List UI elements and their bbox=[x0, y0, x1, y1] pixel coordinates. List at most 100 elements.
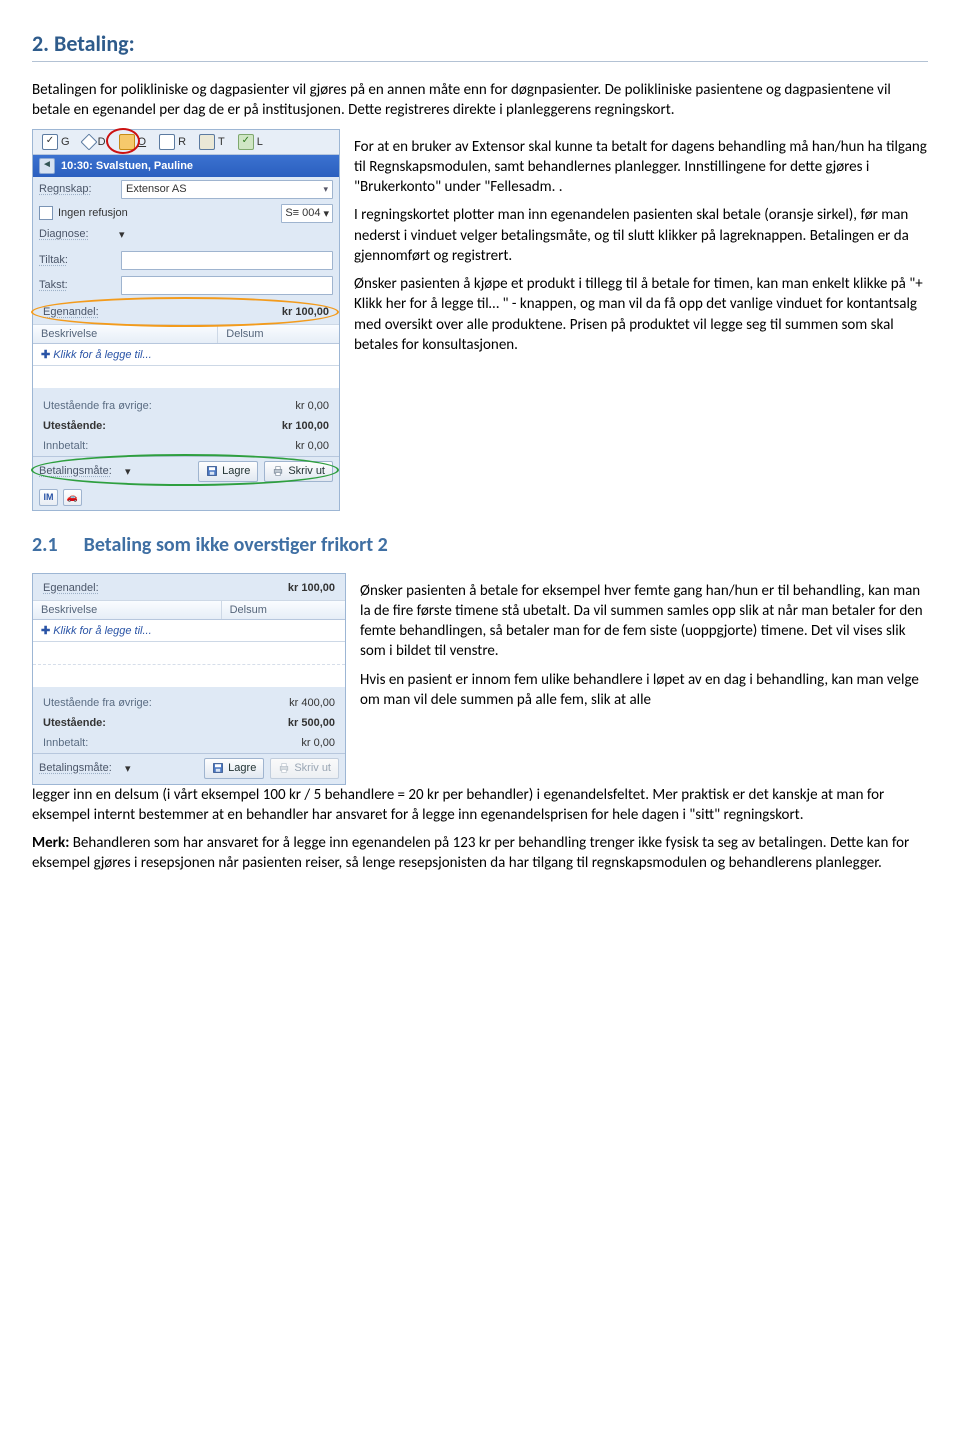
list-header: Beskrivelse Delsum bbox=[33, 324, 339, 344]
merk-label: Merk: bbox=[32, 834, 69, 852]
innbetalt-value: kr 0,00 bbox=[301, 737, 335, 749]
egenandel-value[interactable]: kr 100,00 bbox=[282, 306, 329, 318]
r-icon bbox=[159, 134, 175, 150]
tab-o-label: O bbox=[138, 136, 147, 148]
para-femte-gang: Ønsker pasienten å betale for eksempel h… bbox=[360, 581, 928, 662]
heading-rule bbox=[32, 61, 928, 62]
tiltak-input[interactable] bbox=[121, 251, 333, 270]
add-line-label: Klikk for å legge til... bbox=[53, 349, 151, 361]
col-delsum: Delsum bbox=[218, 325, 339, 343]
skrivut-label: Skriv ut bbox=[288, 465, 325, 477]
tab-bar: ✓G D O R T ✓L bbox=[33, 130, 339, 155]
h2-number: 2.1 bbox=[32, 533, 58, 557]
merk-text: Behandleren som har ansvaret for å legge… bbox=[32, 834, 909, 872]
uteovrige-value: kr 0,00 bbox=[295, 400, 329, 412]
col-beskrivelse: Beskrivelse bbox=[33, 601, 222, 619]
para-regningskort: I regningskortet plotter man inn egenand… bbox=[354, 205, 928, 266]
h2-text: Betaling som ikke overstiger frikort 2 bbox=[84, 533, 388, 557]
list-blank bbox=[33, 664, 345, 687]
print-icon bbox=[272, 465, 284, 477]
list-blank bbox=[33, 642, 345, 664]
lagre-button[interactable]: Lagre bbox=[198, 461, 258, 482]
betmate-label: Betalingsmåte: bbox=[39, 465, 119, 477]
add-line-button[interactable]: ✚Klikk for å legge til... bbox=[33, 620, 345, 642]
add-line-label: Klikk for å legge til... bbox=[53, 625, 151, 637]
appointment-text: 10:30: Svalstuen, Pauline bbox=[61, 160, 193, 172]
utest-value: kr 500,00 bbox=[288, 717, 335, 729]
para-extensor: For at en bruker av Extensor skal kunne … bbox=[354, 137, 928, 198]
add-line-button[interactable]: ✚Klikk for å legge til... bbox=[33, 344, 339, 366]
appointment-bar: ◄ 10:30: Svalstuen, Pauline bbox=[33, 155, 339, 177]
clock-icon bbox=[199, 134, 215, 150]
tab-g-label: G bbox=[61, 136, 70, 148]
im-chip[interactable]: IM bbox=[39, 489, 58, 506]
regningskort-panel: ✓G D O R T ✓L ◄ 10:30: Svalstuen, Paulin… bbox=[32, 129, 340, 511]
para-produkt: Ønsker pasienten å kjøpe et produkt i ti… bbox=[354, 274, 928, 355]
ingen-refusjon-label: Ingen refusjon bbox=[58, 207, 276, 219]
utest-label: Utestående: bbox=[43, 420, 106, 432]
list-header: Beskrivelse Delsum bbox=[33, 600, 345, 620]
tab-t[interactable]: T bbox=[196, 133, 228, 151]
ingen-refusjon-checkbox[interactable] bbox=[39, 206, 53, 220]
col-delsum: Delsum bbox=[222, 601, 345, 619]
chevron-down-icon: ▾ bbox=[323, 184, 328, 195]
tab-t-label: T bbox=[218, 136, 225, 148]
plus-icon: ✚ bbox=[41, 349, 50, 361]
innbetalt-label: Innbetalt: bbox=[43, 737, 88, 749]
egenandel-value[interactable]: kr 100,00 bbox=[288, 582, 335, 594]
lagre-button[interactable]: Lagre bbox=[204, 758, 264, 779]
heading-betaling: 2. Betaling: bbox=[32, 30, 928, 57]
tab-r-label: R bbox=[178, 136, 186, 148]
orange-icon bbox=[119, 134, 135, 150]
egenandel-label: Egenandel: bbox=[43, 306, 99, 318]
merk-paragraph: Merk: Behandleren som har ansvaret for å… bbox=[32, 833, 928, 874]
heading-2-1: 2.1 Betaling som ikke overstiger frikort … bbox=[32, 533, 928, 557]
para-fem-behandlere-a: Hvis en pasient er innom fem ulike behan… bbox=[360, 670, 928, 711]
footer-icons: IM 🚗 bbox=[33, 487, 339, 510]
tab-g[interactable]: ✓G bbox=[39, 133, 73, 151]
save-icon bbox=[206, 465, 218, 477]
uteovrige-label: Utestående fra øvrige: bbox=[43, 697, 152, 709]
tab-l-label: L bbox=[257, 136, 263, 148]
regningskort-panel-2: Egenandel: kr 100,00 Beskrivelse Delsum … bbox=[32, 573, 346, 785]
diamond-icon bbox=[80, 133, 97, 150]
s-value: 004 bbox=[302, 207, 320, 219]
tab-d[interactable]: D bbox=[80, 135, 109, 149]
diagnose-label: Diagnose: bbox=[39, 228, 115, 240]
tab-r[interactable]: R bbox=[156, 133, 189, 151]
utest-label: Utestående: bbox=[43, 717, 106, 729]
takst-input[interactable] bbox=[121, 276, 333, 295]
uteovrige-label: Utestående fra øvrige: bbox=[43, 400, 152, 412]
regnskap-dropdown[interactable]: Extensor AS▾ bbox=[121, 180, 333, 199]
innbetalt-value: kr 0,00 bbox=[295, 440, 329, 452]
skrivut-label: Skriv ut bbox=[294, 762, 331, 774]
utest-value: kr 100,00 bbox=[282, 420, 329, 432]
print-icon bbox=[278, 762, 290, 774]
intro-text: Betalingen for polikliniske og dagpasien… bbox=[32, 80, 928, 121]
list-blank bbox=[33, 366, 339, 388]
chevron-down-icon[interactable]: ▾ bbox=[125, 465, 131, 478]
car-icon[interactable]: 🚗 bbox=[63, 489, 82, 506]
lagre-label: Lagre bbox=[222, 465, 250, 477]
tab-d-label: D bbox=[98, 136, 106, 148]
plus-icon: ✚ bbox=[41, 625, 50, 637]
takst-label: Takst: bbox=[39, 279, 115, 291]
check-icon: ✓ bbox=[238, 134, 254, 150]
skrivut-button[interactable]: Skriv ut bbox=[264, 461, 333, 482]
nav-prev-icon[interactable]: ◄ bbox=[39, 158, 55, 174]
lagre-label: Lagre bbox=[228, 762, 256, 774]
s-dropdown[interactable]: S≡004▾ bbox=[281, 204, 333, 223]
chevron-down-icon[interactable]: ▾ bbox=[119, 228, 125, 241]
chevron-down-icon: ▾ bbox=[323, 207, 329, 220]
tab-o[interactable]: O bbox=[116, 133, 150, 151]
tab-l[interactable]: ✓L bbox=[235, 133, 266, 151]
innbetalt-label: Innbetalt: bbox=[43, 440, 88, 452]
tiltak-label: Tiltak: bbox=[39, 254, 115, 266]
col-beskrivelse: Beskrivelse bbox=[33, 325, 218, 343]
uteovrige-value: kr 400,00 bbox=[289, 697, 335, 709]
s-icon-label: S≡ bbox=[285, 207, 299, 219]
chevron-down-icon[interactable]: ▾ bbox=[125, 762, 131, 775]
betmate-label: Betalingsmåte: bbox=[39, 762, 119, 774]
para-fem-behandlere-b: legger inn en delsum (i vårt eksempel 10… bbox=[32, 785, 928, 826]
skrivut-button-disabled: Skriv ut bbox=[270, 758, 339, 779]
